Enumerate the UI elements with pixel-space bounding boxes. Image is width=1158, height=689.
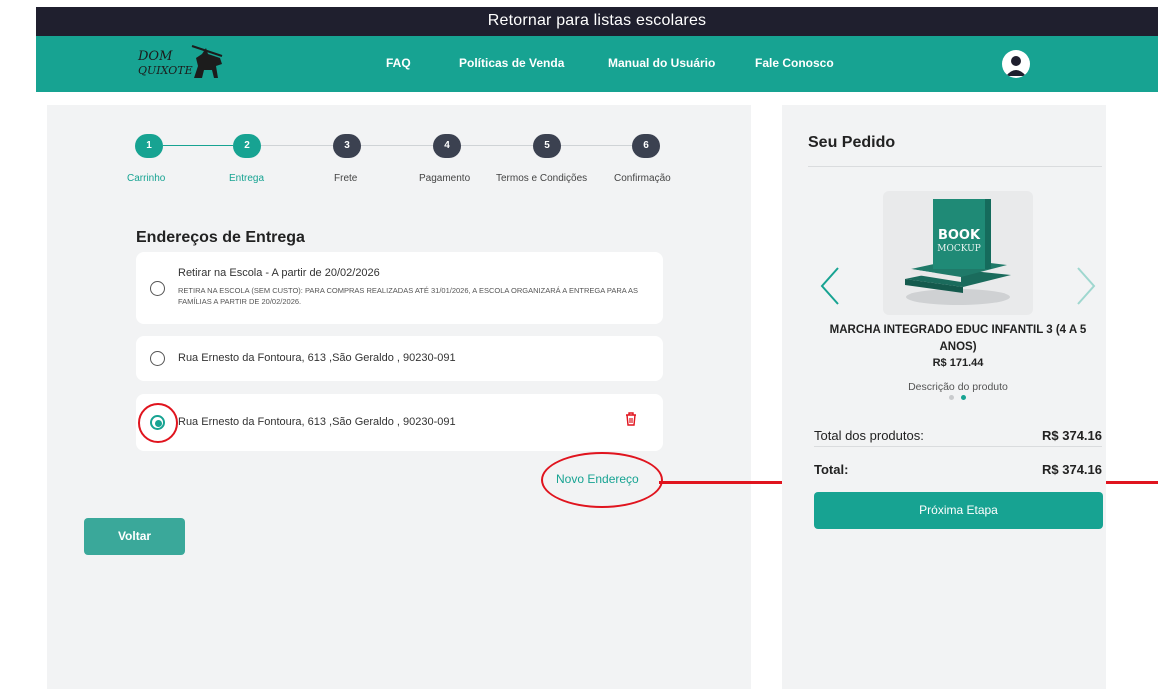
divider [808,166,1102,167]
highlight-circle-radio [138,403,178,443]
main-navbar: DOM QUIXOTE FAQ Políticas de Venda Manua… [36,36,1158,92]
book-mockup-text: BOOK [938,228,981,243]
step-3-circle: 3 [333,134,361,158]
delivery-addresses-title: Endereços de Entrega [136,229,305,246]
address-description: Retira na escola (sem custo): para compr… [178,286,639,306]
nav-faq[interactable]: FAQ [386,56,411,70]
address-title: Rua Ernesto da Fontoura, 613 ,São Gerald… [178,352,456,364]
step-2-label: Entrega [229,173,265,184]
carousel-next-arrow-icon[interactable] [1074,266,1098,306]
total-products-label: Total dos produtos: [814,428,924,443]
step-5-label: Termos e Condições [496,173,588,184]
user-avatar-icon[interactable] [1002,50,1030,78]
address-option-school-pickup[interactable]: Retirar na Escola - A partir de 20/02/20… [136,252,663,324]
dom-quixote-logo[interactable]: DOM QUIXOTE [136,44,228,84]
address-option-2[interactable]: Rua Ernesto da Fontoura, 613 ,São Gerald… [136,336,663,381]
step-3-label: Frete [334,173,358,184]
book-mockup-subtext: MOCKUP [937,244,981,254]
carousel-prev-arrow-icon[interactable] [818,266,842,306]
new-address-link[interactable]: Novo Endereço [556,472,639,486]
step-6-label: Confirmação [614,173,671,184]
nav-manual-do-usuario[interactable]: Manual do Usuário [608,56,715,70]
step-connector [163,145,233,146]
address-title: Rua Ernesto da Fontoura, 613 ,São Gerald… [178,416,456,428]
carousel-dot[interactable] [949,395,954,400]
trash-icon[interactable] [624,411,638,427]
product-price: R$ 171.44 [932,357,984,369]
step-connector [361,145,433,146]
back-button[interactable]: Voltar [84,518,185,555]
step-4-circle: 4 [433,134,461,158]
svg-text:QUIXOTE: QUIXOTE [138,64,193,77]
next-step-button[interactable]: Próxima Etapa [814,492,1103,529]
product-description: Descrição do produto [908,381,1008,393]
total-products-value: R$ 374.16 [1042,428,1102,443]
step-2-circle[interactable]: 2 [233,134,261,158]
nav-politicas-de-venda[interactable]: Políticas de Venda [459,56,564,70]
total-value: R$ 374.16 [1042,462,1102,477]
address-radio[interactable] [150,281,165,296]
product-name: MARCHA INTEGRADO EDUC INFANTIL 3 (4 A 5 … [829,324,1087,353]
carousel-dot-active[interactable] [961,395,966,400]
order-title: Seu Pedido [808,134,896,151]
svg-text:DOM: DOM [137,49,173,64]
step-4-label: Pagamento [419,173,471,184]
address-radio[interactable] [150,351,165,366]
product-image: BOOK MOCKUP [883,191,1033,315]
step-connector [561,145,632,146]
top-bar: Retornar para listas escolares [0,0,1158,37]
nav-fale-conosco[interactable]: Fale Conosco [755,56,834,70]
total-label: Total: [814,462,849,477]
step-1-label: Carrinho [127,173,166,184]
step-connector [461,145,533,146]
address-title: Retirar na Escola - A partir de 20/02/20… [178,267,380,279]
step-5-circle: 5 [533,134,561,158]
address-option-3-selected[interactable]: Rua Ernesto da Fontoura, 613 ,São Gerald… [136,394,663,451]
step-1-circle[interactable]: 1 [135,134,163,158]
step-connector [261,145,333,146]
divider [814,446,1102,447]
step-6-circle: 6 [632,134,660,158]
back-to-lists-link[interactable]: Retornar para listas escolares [36,7,1158,37]
